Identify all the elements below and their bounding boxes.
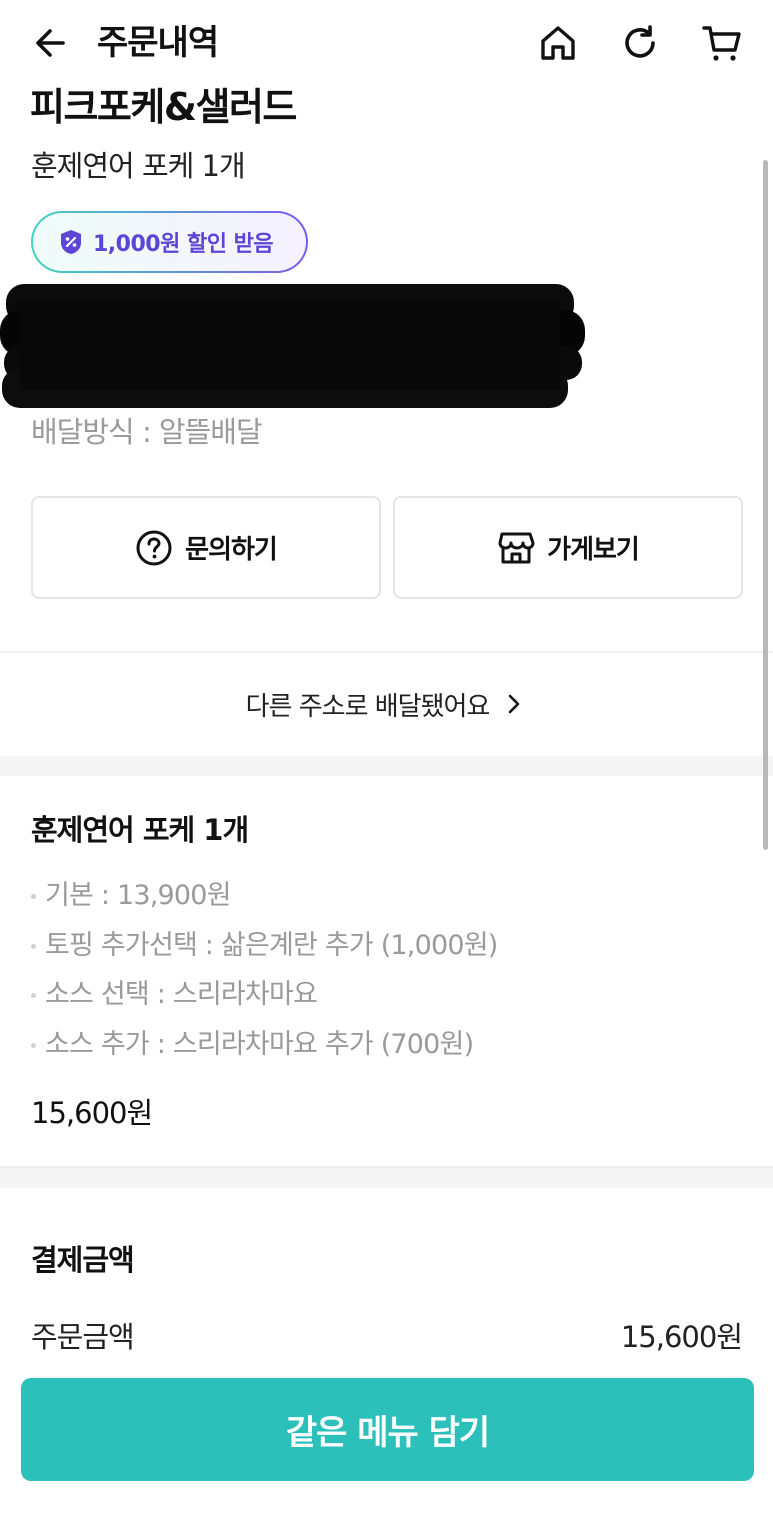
item-option: 소스 선택 : 스리라차마요 xyxy=(31,975,318,1015)
bullet xyxy=(31,1042,36,1048)
discount-badge-label: 1,000원 할인 받음 xyxy=(93,232,274,257)
divider xyxy=(0,651,773,653)
redacted-address xyxy=(0,284,585,408)
inquiry-button[interactable]: 문의하기 xyxy=(31,496,381,599)
view-store-button-label: 가게보기 xyxy=(547,535,640,565)
section-divider xyxy=(0,756,773,776)
other-address-label: 다른 주소로 배달됐어요 xyxy=(245,691,491,722)
view-store-button[interactable]: 가게보기 xyxy=(393,496,743,599)
page-title: 주문내역 xyxy=(97,23,219,63)
item-option: 토핑 추가선택 : 삶은계란 추가 (1,000원) xyxy=(31,926,498,966)
item-option-text: 토핑 추가선택 : 삶은계란 추가 (1,000원) xyxy=(45,930,498,961)
item-option-text: 기본 : 13,900원 xyxy=(45,880,231,911)
refresh-button[interactable] xyxy=(617,20,663,66)
discount-badge: 1,000원 할인 받음 xyxy=(31,211,308,273)
bullet xyxy=(31,893,36,899)
inquiry-button-label: 문의하기 xyxy=(185,535,278,565)
cart-button[interactable] xyxy=(699,20,745,66)
other-address-link[interactable]: 다른 주소로 배달됐어요 xyxy=(0,674,773,734)
item-option-text: 소스 추가 : 스리라차마요 추가 (700원) xyxy=(45,1029,474,1060)
home-icon xyxy=(541,26,575,60)
store-icon xyxy=(498,532,535,563)
top-app-bar: 주문내역 xyxy=(0,0,773,86)
order-summary: 훈제연어 포케 1개 xyxy=(31,149,246,183)
cart-icon xyxy=(702,26,741,61)
section-divider xyxy=(0,1166,773,1188)
coupon-icon xyxy=(61,230,81,254)
reorder-same-menu-button[interactable]: 같은 메뉴 담기 xyxy=(21,1378,754,1481)
delivery-method: 배달방식 : 알뜰배달 xyxy=(31,415,263,449)
chevron-right-icon xyxy=(509,694,520,714)
home-button[interactable] xyxy=(535,20,581,66)
order-amount-value: 15,600원 xyxy=(620,1320,743,1354)
item-title: 훈제연어 포케 1개 xyxy=(31,813,249,847)
order-amount-label: 주문금액 xyxy=(31,1320,135,1354)
item-option: 기본 : 13,900원 xyxy=(31,876,231,916)
back-button[interactable] xyxy=(30,22,72,64)
question-circle-icon xyxy=(136,530,172,565)
bullet xyxy=(31,943,36,949)
payment-title: 결제금액 xyxy=(31,1243,135,1277)
item-option-text: 소스 선택 : 스리라차마요 xyxy=(45,979,318,1010)
refresh-icon xyxy=(625,25,655,58)
bullet xyxy=(31,992,36,998)
reorder-button-label: 같은 메뉴 담기 xyxy=(285,1413,490,1453)
store-name: 피크포케&샐러드 xyxy=(30,85,297,129)
scrollbar[interactable] xyxy=(763,160,768,850)
arrow-left-icon xyxy=(36,29,65,57)
item-option: 소스 추가 : 스리라차마요 추가 (700원) xyxy=(31,1025,474,1065)
item-price: 15,600원 xyxy=(31,1096,153,1130)
